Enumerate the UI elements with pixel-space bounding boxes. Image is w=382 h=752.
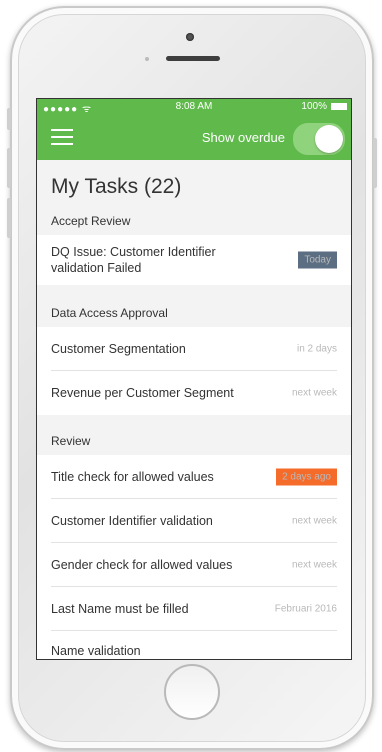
section-header-data-access-approval: Data Access Approval (37, 285, 351, 327)
battery-percent: 100% (301, 101, 327, 112)
proximity-sensor (145, 57, 149, 61)
due-label: Februari 2016 (274, 603, 337, 615)
home-button (164, 664, 220, 720)
earpiece-speaker (166, 56, 220, 61)
section-header-accept-review: Accept Review (37, 207, 351, 235)
overdue-badge: 2 days ago (276, 468, 337, 486)
task-title: Customer Identifier validation (51, 514, 213, 528)
due-label: next week (291, 387, 337, 399)
task-item[interactable]: Last Name must be filled Februari 2016 (37, 587, 351, 631)
task-item[interactable]: DQ Issue: Customer Identifier validation… (37, 235, 351, 285)
due-label: in 2 days (296, 343, 337, 355)
show-overdue-toggle[interactable] (293, 123, 345, 155)
task-item[interactable]: Title check for allowed values 2 days ag… (37, 455, 351, 499)
front-camera (186, 33, 194, 41)
section-header-review: Review (37, 415, 351, 455)
task-list: My Tasks (22) Accept Review DQ Issue: Cu… (37, 160, 351, 659)
task-title: Gender check for allowed values (51, 558, 233, 572)
task-title: Revenue per Customer Segment (51, 386, 234, 400)
volume-up-button (7, 148, 11, 188)
due-label: next week (291, 559, 337, 571)
battery-icon (331, 103, 347, 110)
task-item[interactable]: Revenue per Customer Segment next week (37, 371, 351, 415)
due-label: next week (291, 515, 337, 527)
show-overdue-label: Show overdue (201, 130, 285, 145)
task-item[interactable]: Customer Identifier validation next week (37, 499, 351, 543)
top-app-bar: Show overdue (37, 115, 351, 160)
task-title: DQ Issue: Customer Identifier validation… (51, 245, 216, 275)
toggle-knob (315, 125, 343, 153)
task-title: Title check for allowed values (51, 470, 214, 484)
task-title: Customer Segmentation (51, 342, 186, 356)
menu-icon[interactable] (51, 129, 73, 145)
task-title: Last Name must be filled (51, 602, 189, 616)
silent-switch (7, 108, 11, 130)
due-badge: Today (298, 251, 337, 269)
app-screen: ●●●●● ᯤ 8:08 AM 100% Show overdue My Tas… (36, 98, 352, 660)
task-item[interactable]: Gender check for allowed values next wee… (37, 543, 351, 587)
volume-down-button (7, 198, 11, 238)
task-item[interactable]: Name validation (37, 631, 351, 659)
status-bar: ●●●●● ᯤ 8:08 AM 100% (37, 99, 351, 115)
task-title: Name validation (51, 644, 141, 658)
page-title: My Tasks (22) (37, 160, 351, 207)
task-item[interactable]: Customer Segmentation in 2 days (37, 327, 351, 371)
power-button (373, 138, 377, 188)
